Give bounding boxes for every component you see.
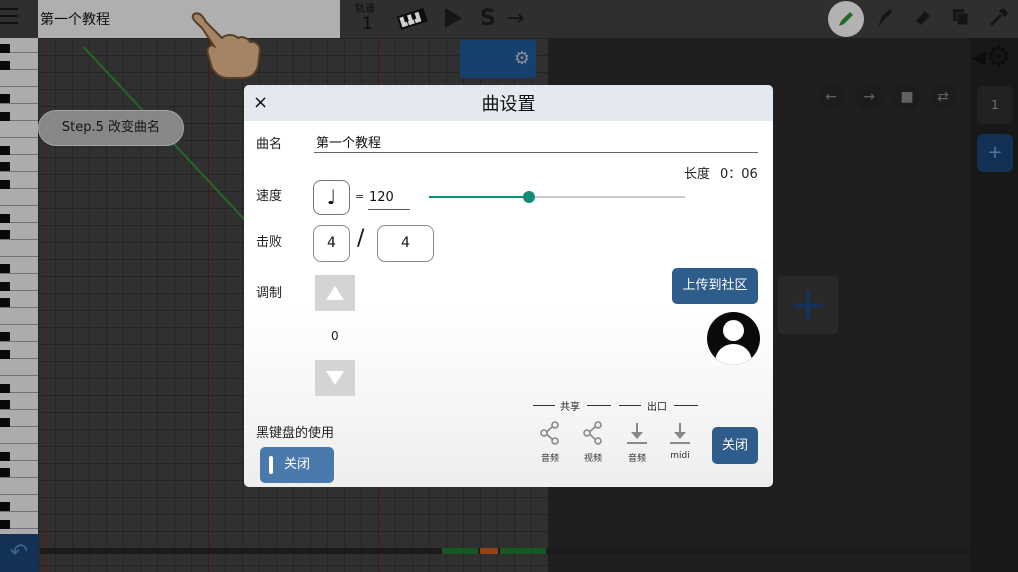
triangle-down-icon [326,371,344,385]
share-audio-label: 音频 [540,454,559,464]
share-icon [540,421,559,445]
tempo-equals: = [355,190,365,203]
close-button[interactable]: 关闭 [712,427,758,464]
length-value: 0：06 [720,167,758,182]
dialog-title: 曲设置 [481,94,536,115]
song-settings-dialog: × 曲设置 曲名 第一个教程 长度 0：06 速度 ♩ = 120 击败 4 /… [244,85,773,487]
share-video-button[interactable]: 视频 [575,421,611,469]
black-keys-label: 黑键盘的使用 [256,426,335,441]
triangle-up-icon [326,286,344,300]
upload-to-community-button[interactable]: 上传到社区 [672,268,758,304]
song-name-field[interactable]: 第一个教程 [316,132,381,151]
share-video-label: 视频 [583,454,602,464]
tempo-input-underline [368,209,410,210]
tempo-slider-thumb[interactable] [523,191,535,203]
time-sig-denominator[interactable]: 4 [377,225,434,262]
transpose-up-button[interactable] [315,275,355,311]
share-header: 共享 [560,402,580,413]
export-audio-label: 音频 [627,454,646,464]
tempo-input[interactable]: 120 [369,190,394,205]
toggle-indicator [269,456,273,474]
tempo-label: 速度 [256,189,283,204]
share-audio-button[interactable]: 音频 [532,421,568,469]
export-midi-button[interactable]: midi [662,421,698,469]
transpose-down-button[interactable] [315,360,355,396]
time-signature-label: 击败 [256,235,283,250]
transpose-label: 调制 [256,286,283,301]
name-label: 曲名 [256,137,283,152]
export-audio-button[interactable]: 音频 [619,421,655,469]
quarter-note-icon[interactable]: ♩ [313,180,350,215]
black-keys-toggle[interactable]: 关闭 [260,447,334,483]
share-icon [583,421,602,445]
user-avatar-icon[interactable] [707,312,760,365]
length-label: 长度 [684,167,711,182]
download-icon [670,423,690,444]
time-sig-numerator[interactable]: 4 [313,225,350,262]
black-keys-toggle-label: 关闭 [284,457,311,472]
download-icon [627,423,647,444]
time-sig-slash: / [357,226,365,251]
dialog-header: × 曲设置 [244,85,773,121]
tempo-slider-fill [429,196,529,198]
export-midi-label: midi [670,451,690,461]
song-name-underline [314,152,758,153]
transpose-value: 0 [331,329,339,343]
export-header: 出口 [647,402,667,413]
